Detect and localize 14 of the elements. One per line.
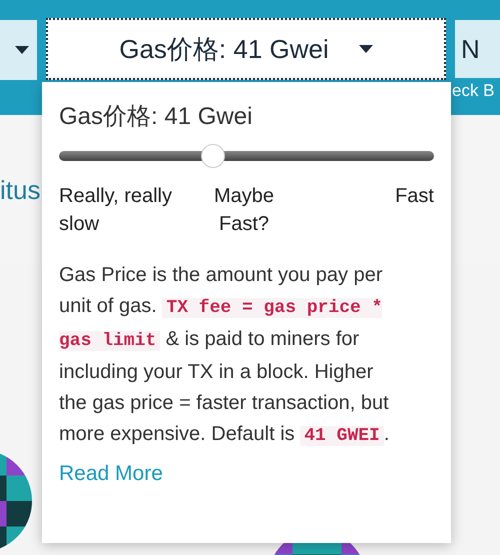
status-text: itus bbox=[0, 174, 40, 206]
network-button[interactable]: N bbox=[455, 20, 500, 78]
slider-thumb[interactable] bbox=[200, 144, 225, 168]
speed-label: Fast bbox=[394, 184, 434, 209]
gas-price-button[interactable]: Gas价格: 41 Gwei bbox=[46, 18, 446, 80]
speed-label: Really, really slow bbox=[59, 184, 173, 237]
check-balance-text: eck B bbox=[452, 82, 495, 99]
caret-icon bbox=[15, 46, 29, 54]
caret-icon bbox=[358, 45, 373, 53]
popup-title: Gas价格: 41 Gwei bbox=[59, 102, 254, 132]
speed-label: Maybe Fast? bbox=[212, 184, 276, 237]
dropdown-button[interactable] bbox=[0, 20, 37, 80]
gas-price-description: Gas Price is the amount you pay per unit of gas. TX fee = gas price * gas limit & is paid to miners for including your TX in a block. Higher the gas price = faster transaction, but more expensive. Default is 41 GWEI . bbox=[59, 263, 390, 448]
gas-price-slider[interactable] bbox=[59, 144, 434, 168]
